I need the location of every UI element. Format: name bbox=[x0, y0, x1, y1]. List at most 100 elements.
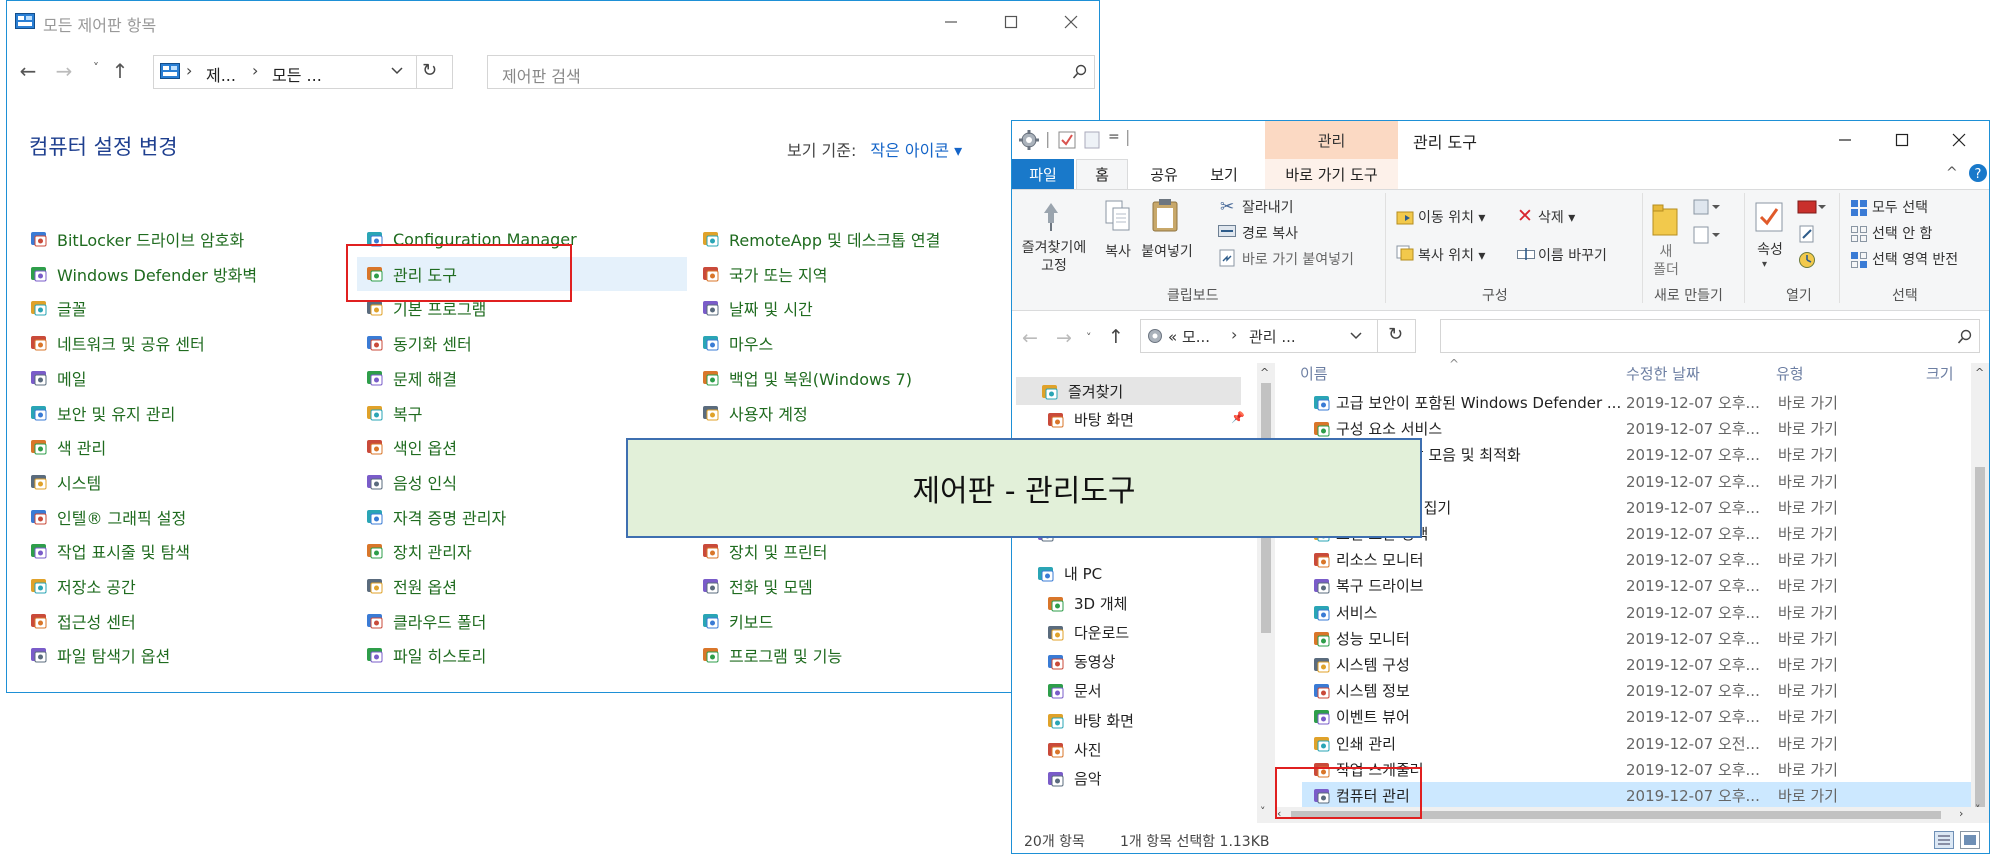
file-date: 2019-12-07 오후... bbox=[1626, 577, 1760, 596]
sync-icon bbox=[365, 333, 385, 353]
recovery-icon bbox=[365, 403, 385, 423]
control-panel-item[interactable]: 인텔® 그래픽 설정 bbox=[21, 500, 351, 534]
control-panel-item[interactable]: 장치 관리자 bbox=[357, 534, 687, 568]
file-row[interactable]: 고급 보안이 포함된 Windows Defender ... 2019-12-0… bbox=[1302, 389, 1972, 415]
storage-icon bbox=[29, 576, 49, 596]
file-name: 이벤트 뷰어 bbox=[1336, 708, 1410, 727]
control-panel-item[interactable]: 전원 옵션 bbox=[357, 569, 687, 603]
recent-dropdown-icon[interactable]: ˅ bbox=[83, 61, 109, 75]
details-view-icon[interactable] bbox=[1934, 831, 1954, 849]
control-panel-item[interactable]: 동기화 센터 bbox=[357, 326, 687, 360]
files-scrollbar[interactable]: ^ ˅ bbox=[1971, 363, 1989, 823]
back-arrow-icon[interactable]: ← bbox=[15, 59, 41, 83]
bitlocker-icon bbox=[29, 229, 49, 249]
chevron-down-icon[interactable] bbox=[390, 66, 404, 76]
control-panel-item[interactable]: Windows Defender 방화벽 bbox=[21, 257, 351, 291]
control-panel-item[interactable]: 클라우드 폴더 bbox=[357, 604, 687, 638]
control-panel-item[interactable]: 백업 및 복원(Windows 7) bbox=[693, 361, 1023, 395]
file-date: 2019-12-07 오후... bbox=[1626, 760, 1760, 779]
control-panel-item[interactable]: 국가 또는 지역 bbox=[693, 257, 1023, 291]
file-date: 2019-12-07 오후... bbox=[1626, 498, 1760, 517]
file-row[interactable]: 복구 드라이브 2019-12-07 오후... 바로 가기 bbox=[1302, 572, 1972, 598]
accessibility-icon bbox=[29, 611, 49, 631]
file-type: 바로 가기 bbox=[1778, 420, 1838, 439]
control-panel-item[interactable]: 보안 및 유지 관리 bbox=[21, 396, 351, 430]
control-panel-item-label: 글꼴 bbox=[57, 300, 87, 320]
file-type: 바로 가기 bbox=[1778, 760, 1838, 779]
status-item-count: 20개 항목 bbox=[1024, 834, 1085, 850]
search-placeholder: 제어판 검색 bbox=[502, 67, 581, 86]
maximize-button[interactable] bbox=[981, 1, 1041, 43]
control-panel-item[interactable]: BitLocker 드라이브 암호화 bbox=[21, 222, 351, 256]
file-row[interactable]: 이벤트 뷰어 2019-12-07 오후... 바로 가기 bbox=[1302, 703, 1972, 729]
control-panel-item-label: 작업 표시줄 및 탐색 bbox=[57, 543, 191, 563]
control-panel-item[interactable]: 색 관리 bbox=[21, 430, 351, 464]
minimize-icon bbox=[944, 15, 958, 29]
firewall-icon bbox=[29, 264, 49, 284]
control-panel-item[interactable]: 마우스 bbox=[693, 326, 1023, 360]
control-panel-item[interactable]: 파일 탐색기 옵션 bbox=[21, 638, 351, 672]
control-panel-item[interactable]: 저장소 공간 bbox=[21, 569, 351, 603]
search-icon[interactable] bbox=[1072, 64, 1088, 80]
programs-icon bbox=[701, 645, 721, 665]
control-panel-item[interactable]: 파일 히스토리 bbox=[357, 638, 687, 672]
file-name: 시스템 구성 bbox=[1336, 656, 1410, 674]
scroll-down-icon[interactable]: ˅ bbox=[1975, 803, 1981, 816]
file-type: 바로 가기 bbox=[1778, 656, 1838, 674]
status-selection: 1개 항목 선택함 1.13KB bbox=[1120, 834, 1270, 850]
control-panel-item-label: 장치 관리자 bbox=[393, 543, 472, 563]
control-panel-item[interactable]: 접근성 센터 bbox=[21, 604, 351, 638]
file-row[interactable]: 시스템 정보 2019-12-07 오후... 바로 가기 bbox=[1302, 677, 1972, 703]
control-panel-item[interactable]: 날짜 및 시간 bbox=[693, 291, 1023, 325]
control-panel-item-label: 클라우드 폴더 bbox=[393, 612, 487, 632]
control-panel-item[interactable]: 작업 표시줄 및 탐색 bbox=[21, 534, 351, 568]
control-panel-item-label: 장치 및 프린터 bbox=[729, 543, 828, 563]
breadcrumb-item[interactable]: 모든 ... bbox=[272, 62, 322, 86]
view-by-dropdown[interactable]: 작은 아이콘 ▾ bbox=[870, 141, 962, 160]
control-panel-item[interactable]: 글꼴 bbox=[21, 291, 351, 325]
control-panel-item-label: 전원 옵션 bbox=[393, 578, 457, 597]
cloud-folder-icon bbox=[365, 611, 385, 631]
control-panel-item[interactable]: 복구 bbox=[357, 396, 687, 430]
control-panel-item[interactable]: 전화 및 모뎀 bbox=[693, 569, 1023, 603]
large-icons-view-icon[interactable] bbox=[1960, 831, 1980, 849]
control-panel-item[interactable]: 키보드 bbox=[693, 604, 1023, 638]
control-panel-item[interactable]: 장치 및 프린터 bbox=[693, 534, 1023, 568]
control-panel-item[interactable]: 시스템 bbox=[21, 465, 351, 499]
control-panel-item[interactable]: RemoteApp 및 데스크톱 연결 bbox=[693, 222, 1023, 256]
control-panel-item[interactable]: 프로그램 및 기능 bbox=[693, 638, 1023, 672]
control-panel-item[interactable]: 네트워크 및 공유 센터 bbox=[21, 326, 351, 360]
minimize-button[interactable] bbox=[921, 1, 981, 43]
control-panel-item-label: 접근성 센터 bbox=[57, 612, 136, 632]
close-button[interactable] bbox=[1041, 1, 1101, 43]
file-date: 2019-12-07 오후... bbox=[1626, 394, 1760, 412]
control-panel-item-label: 동기화 센터 bbox=[393, 335, 472, 355]
recovery-drive-icon bbox=[1312, 576, 1332, 594]
file-row[interactable]: 성능 모니터 2019-12-07 오후... 바로 가기 bbox=[1302, 625, 1972, 651]
scroll-right-icon[interactable]: › bbox=[1959, 807, 1963, 820]
control-panel-item-label: 사용자 계정 bbox=[729, 404, 808, 424]
file-date: 2019-12-07 오후... bbox=[1626, 446, 1760, 465]
file-date: 2019-12-07 오후... bbox=[1626, 525, 1760, 543]
file-type: 바로 가기 bbox=[1778, 603, 1838, 622]
scroll-thumb[interactable] bbox=[1975, 467, 1985, 807]
file-row[interactable]: 서비스 2019-12-07 오후... 바로 가기 bbox=[1302, 599, 1972, 625]
refresh-icon[interactable]: ↻ bbox=[422, 60, 437, 81]
file-row[interactable]: 리소스 모니터 2019-12-07 오후... 바로 가기 bbox=[1302, 546, 1972, 572]
scroll-up-icon[interactable]: ^ bbox=[1975, 366, 1984, 379]
address-bar[interactable]: › 제... › 모든 ... ↻ bbox=[153, 55, 453, 89]
search-field[interactable]: 제어판 검색 bbox=[487, 55, 1095, 89]
file-type: 바로 가기 bbox=[1778, 394, 1838, 412]
file-row[interactable]: 인쇄 관리 2019-12-07 오전... 바로 가기 bbox=[1302, 730, 1972, 756]
control-panel-item-label: 문제 해결 bbox=[393, 369, 457, 389]
up-arrow-icon[interactable]: ↑ bbox=[107, 59, 133, 83]
control-panel-item-label: 색인 옵션 bbox=[393, 439, 457, 459]
control-panel-item[interactable]: 메일 bbox=[21, 361, 351, 395]
highlight-box-admin-tools bbox=[346, 244, 572, 302]
breadcrumb-item[interactable]: 제... bbox=[206, 62, 236, 86]
file-row[interactable]: 시스템 구성 2019-12-07 오후... 바로 가기 bbox=[1302, 651, 1972, 677]
power-icon bbox=[365, 576, 385, 596]
forward-arrow-icon[interactable]: → bbox=[51, 59, 77, 83]
control-panel-item[interactable]: 문제 해결 bbox=[357, 361, 687, 395]
control-panel-item[interactable]: 사용자 계정 bbox=[693, 396, 1023, 430]
